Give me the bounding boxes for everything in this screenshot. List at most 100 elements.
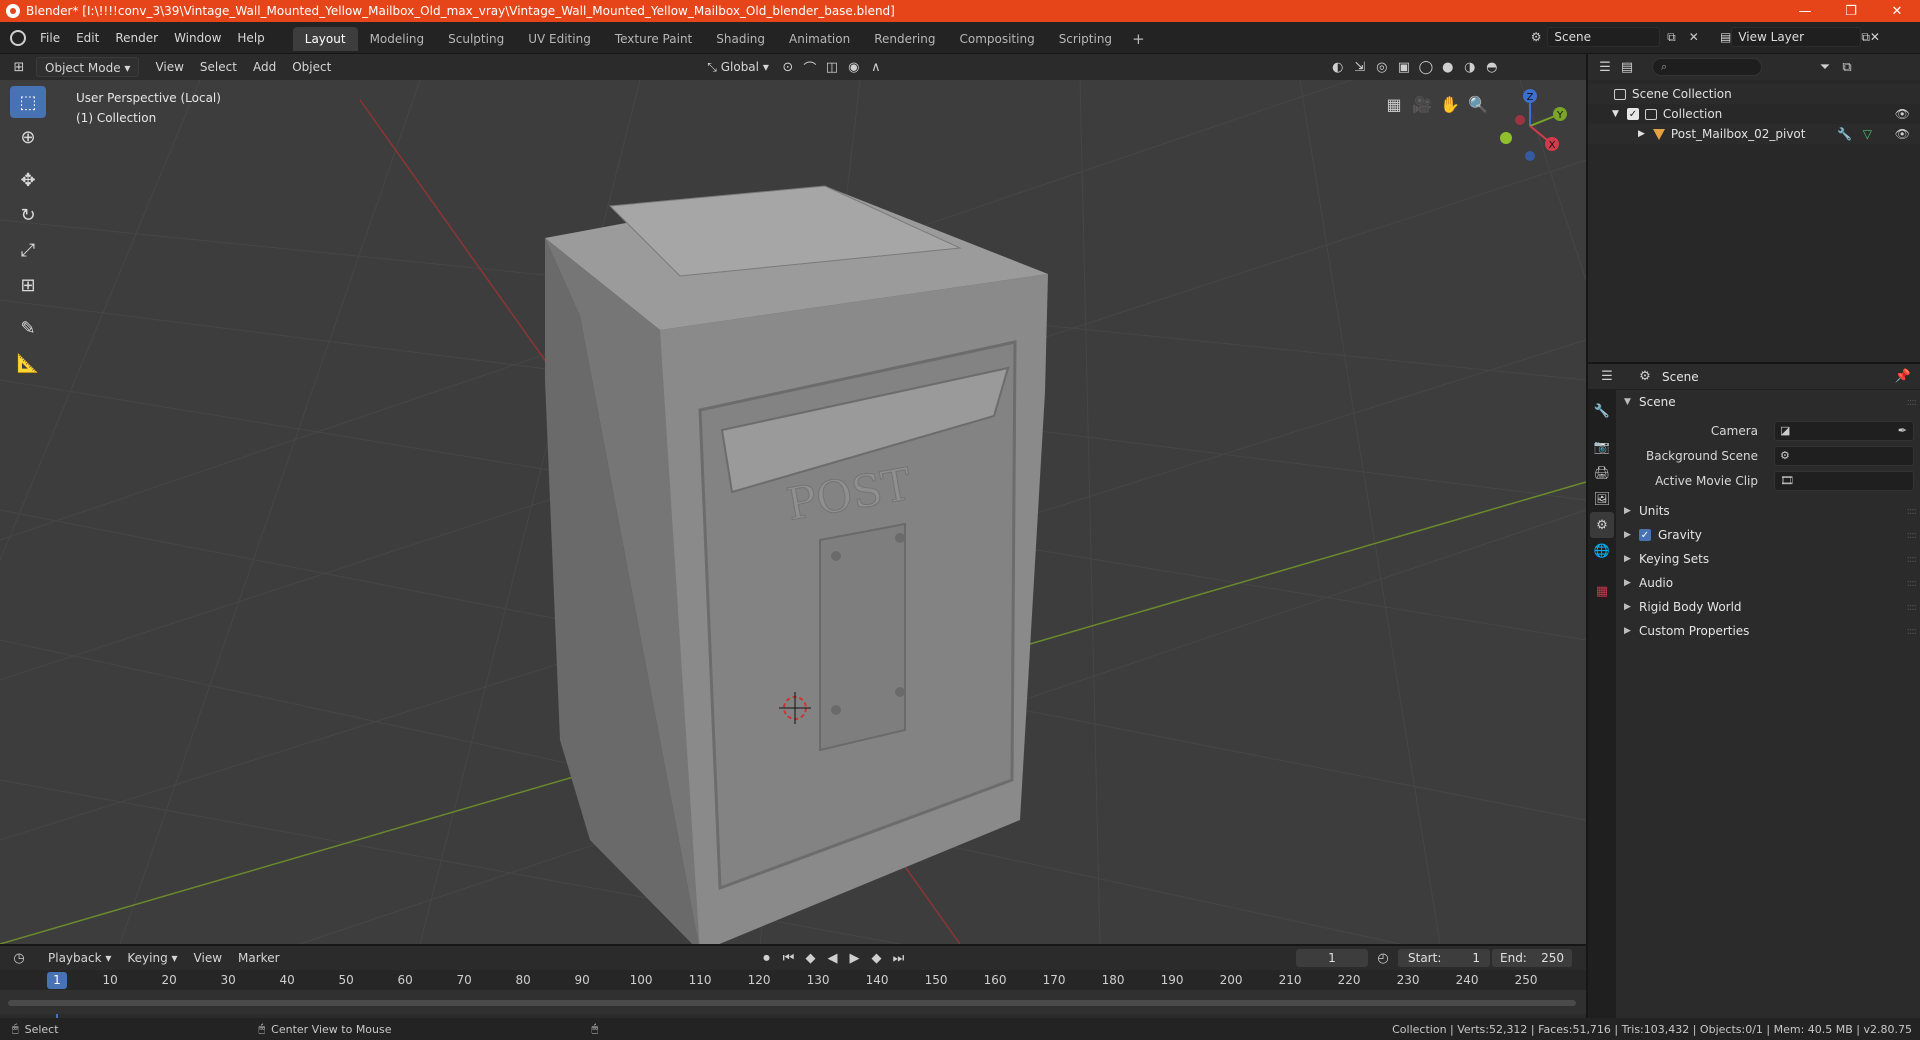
pin-icon[interactable]: 📌	[1892, 367, 1914, 387]
scene-selector[interactable]: ⚙ Scene ⧉ ✕	[1525, 26, 1705, 48]
outliner-search-input[interactable]: ⌕	[1652, 58, 1762, 76]
camera-view-icon[interactable]: 🎥	[1408, 90, 1436, 118]
menu-edit[interactable]: Edit	[68, 27, 107, 49]
drag-grip-icon[interactable]: ::::	[1907, 578, 1918, 589]
outliner-row-collection[interactable]: ▼ ✓ Collection 👁	[1588, 104, 1920, 124]
texture-tab-icon[interactable]: ▦	[1590, 578, 1614, 604]
remove-view-layer-icon[interactable]: ✕	[1870, 30, 1880, 44]
move-tool-icon[interactable]: ✥	[10, 164, 46, 196]
display-mode-icon[interactable]: ▤	[1616, 57, 1638, 77]
filter-icon[interactable]: ⏷	[1814, 57, 1836, 77]
modifier-wrench-icon[interactable]: 🔧	[1837, 127, 1852, 141]
material-shading-icon[interactable]: ◑	[1459, 57, 1481, 77]
drag-grip-icon[interactable]: ::::	[1907, 602, 1918, 613]
tab-layout[interactable]: Layout	[292, 26, 358, 51]
render-tab-icon[interactable]: 📷	[1590, 434, 1614, 460]
menu-file[interactable]: File	[32, 27, 68, 49]
remove-scene-icon[interactable]: ✕	[1683, 27, 1705, 47]
jump-end-icon[interactable]: ⏭	[888, 948, 910, 968]
units-panel-header[interactable]: ▶ Units ::::	[1616, 499, 1920, 523]
new-scene-icon[interactable]: ⧉	[1660, 27, 1682, 47]
tab-texture-paint[interactable]: Texture Paint	[603, 27, 704, 51]
pivot-point-icon[interactable]: ⊙	[777, 57, 799, 77]
timeline-track[interactable]	[0, 990, 1586, 1014]
keying-sets-panel-header[interactable]: ▶ Keying Sets ::::	[1616, 547, 1920, 571]
cursor-tool-icon[interactable]: ⊕	[10, 121, 46, 153]
zoom-icon[interactable]: 🔍	[1464, 90, 1492, 118]
tab-animation[interactable]: Animation	[777, 27, 862, 51]
audio-panel-header[interactable]: ▶ Audio ::::	[1616, 571, 1920, 595]
snap-target-icon[interactable]: ◫	[821, 57, 843, 77]
blender-menu-icon[interactable]	[10, 29, 26, 46]
output-tab-icon[interactable]: 🖨	[1590, 460, 1614, 486]
active-movie-clip-field[interactable]: 🎞	[1774, 470, 1914, 491]
scene-tab-icon[interactable]: ⚙	[1590, 512, 1614, 538]
gravity-panel-header[interactable]: ▶ ✓ Gravity ::::	[1616, 523, 1920, 547]
current-frame-field[interactable]: 1	[1296, 949, 1368, 967]
timeline-menu-view[interactable]: View	[186, 948, 230, 968]
drag-grip-icon[interactable]: ::::	[1907, 554, 1918, 565]
pan-hand-icon[interactable]: ✋	[1436, 90, 1464, 118]
menu-help[interactable]: Help	[229, 27, 272, 49]
solid-shading-icon[interactable]: ●	[1437, 57, 1459, 77]
transform-orientation-dropdown[interactable]: ⤡ Global ▾	[699, 57, 777, 77]
outliner-editor-type-icon[interactable]: ☰	[1594, 57, 1616, 77]
jump-prev-keyframe-icon[interactable]: ◆	[800, 948, 822, 968]
minimize-button[interactable]: —	[1782, 0, 1828, 22]
mailbox-model[interactable]: POST	[545, 185, 1048, 944]
timeline-editor-type-icon[interactable]: ◷	[8, 948, 30, 968]
drag-grip-icon[interactable]: ::::	[1907, 506, 1918, 517]
measure-tool-icon[interactable]: 📐	[10, 347, 46, 379]
eye-icon[interactable]: 👁	[1895, 127, 1910, 141]
mesh-data-icon[interactable]: ▽	[1863, 127, 1872, 141]
tab-modeling[interactable]: Modeling	[358, 27, 437, 51]
menu-window[interactable]: Window	[166, 27, 229, 49]
menu-render[interactable]: Render	[107, 27, 166, 49]
properties-editor-type-icon[interactable]: ☰	[1596, 367, 1618, 387]
gizmo-toggle-icon[interactable]: ⇲	[1349, 57, 1371, 77]
timeline-ruler[interactable]: 1 10 20 30 40 50 60 70 80 90 100 110 120 130 140 150 16…	[0, 970, 1586, 990]
start-frame-field[interactable]: Start: 1	[1398, 949, 1490, 967]
new-collection-icon[interactable]: ⧉	[1836, 57, 1858, 77]
playhead-frame-label[interactable]: 1	[47, 972, 67, 989]
outliner-row-scene-collection[interactable]: Scene Collection	[1588, 84, 1920, 104]
object-mode-dropdown[interactable]: Object Mode ▾	[36, 57, 140, 77]
3d-viewport[interactable]: POST User Perspective (Local) (1) Collec…	[0, 80, 1586, 944]
annotate-tool-icon[interactable]: ✎	[10, 312, 46, 344]
preview-range-icon[interactable]: ◴	[1372, 948, 1394, 968]
xray-toggle-icon[interactable]: ▣	[1393, 57, 1415, 77]
world-tab-icon[interactable]: 🌐	[1590, 538, 1614, 564]
view-layer-selector[interactable]: ▤ View Layer ⧉ ✕	[1720, 26, 1915, 48]
eye-icon[interactable]: 👁	[1895, 107, 1910, 121]
tab-uv-editing[interactable]: UV Editing	[516, 27, 603, 51]
viewport-menu-select[interactable]: Select	[192, 57, 245, 77]
scale-tool-icon[interactable]: ⤢	[10, 234, 46, 266]
view-layer-field[interactable]: View Layer	[1731, 27, 1862, 47]
select-box-tool-icon[interactable]: ⬚	[10, 86, 46, 118]
transform-tool-icon[interactable]: ⊞	[10, 269, 46, 301]
falloff-icon[interactable]: ∧	[865, 57, 887, 77]
navigation-gizmo[interactable]: Z Y X	[1490, 86, 1570, 166]
rotate-tool-icon[interactable]: ↻	[10, 199, 46, 231]
drag-grip-icon[interactable]: ::::	[1907, 397, 1918, 408]
viewport-menu-view[interactable]: View	[147, 57, 191, 77]
visibility-icon[interactable]: ◐	[1327, 57, 1349, 77]
timeline-scrollbar[interactable]	[8, 1000, 1576, 1006]
play-reverse-icon[interactable]: ◀	[822, 948, 844, 968]
timeline-menu-keying[interactable]: Keying ▾	[119, 948, 185, 968]
wireframe-shading-icon[interactable]: ◯	[1415, 57, 1437, 77]
snap-icon[interactable]: ⌒	[799, 57, 821, 77]
tab-compositing[interactable]: Compositing	[947, 27, 1046, 51]
tab-sculpting[interactable]: Sculpting	[436, 27, 516, 51]
timeline-menu-marker[interactable]: Marker	[230, 948, 287, 968]
drag-grip-icon[interactable]: ::::	[1907, 626, 1918, 637]
add-workspace-button[interactable]: +	[1124, 27, 1153, 51]
overlay-toggle-icon[interactable]: ◎	[1371, 57, 1393, 77]
ortho-toggle-icon[interactable]: ▦	[1380, 90, 1408, 118]
scene-name-field[interactable]: Scene	[1547, 27, 1661, 47]
tab-scripting[interactable]: Scripting	[1047, 27, 1124, 51]
collapse-arrow-icon[interactable]: ▶	[1638, 129, 1645, 139]
view-layer-tab-icon[interactable]: 🖼	[1590, 486, 1614, 512]
editor-type-icon[interactable]: ⊞	[8, 57, 30, 77]
jump-start-icon[interactable]: ⏮	[778, 948, 800, 968]
